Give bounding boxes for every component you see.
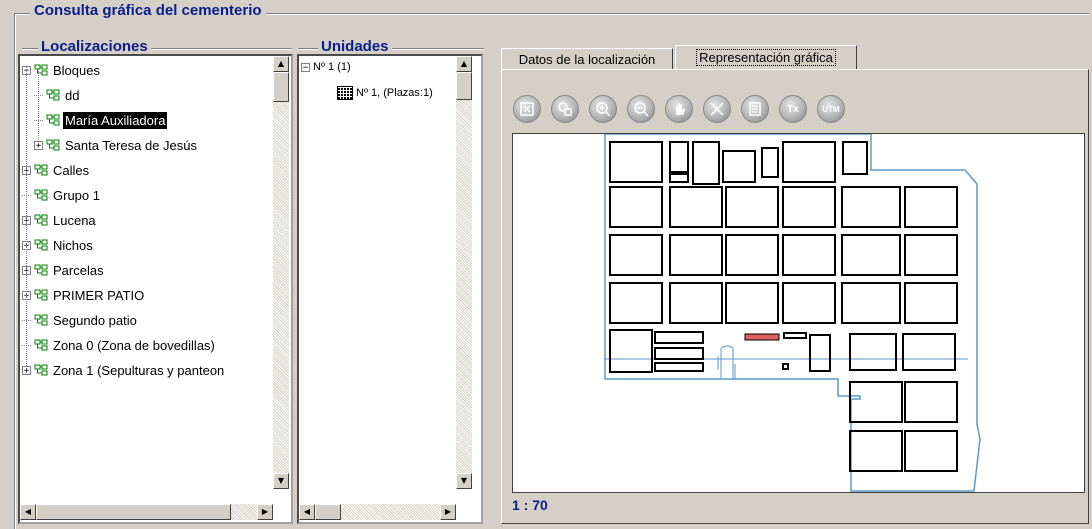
- zoom-window-icon[interactable]: [551, 95, 579, 123]
- cemetery-map: [604, 134, 981, 492]
- tree-node-icon: [34, 314, 48, 326]
- tree-item[interactable]: + Calles: [22, 159, 91, 181]
- tree-item[interactable]: + Parcelas: [22, 259, 106, 281]
- tree-item-label: Zona 1 (Sepulturas y panteon: [53, 362, 225, 378]
- hscroll-thumb[interactable]: [36, 504, 231, 520]
- tree-node-icon: [34, 214, 48, 226]
- tree-node-icon: [46, 89, 60, 101]
- map-canvas[interactable]: [512, 133, 1085, 493]
- tab-datos-localizacion[interactable]: Datos de la localización: [501, 48, 673, 70]
- localizaciones-title: Localizaciones: [38, 38, 151, 55]
- scroll-down-button[interactable]: ▼: [456, 473, 472, 489]
- tab-representacion-grafica[interactable]: Representación gráfica: [675, 45, 857, 70]
- scroll-right-button[interactable]: ▶: [440, 504, 456, 520]
- localizaciones-vscroll[interactable]: ▲ ▼: [273, 56, 289, 489]
- tree-node-icon: [34, 189, 48, 201]
- tree-item[interactable]: + Zona 1 (Sepulturas y panteon: [22, 359, 226, 381]
- scroll-right-button[interactable]: ▶: [257, 504, 273, 520]
- expand-toggle[interactable]: +: [22, 365, 31, 375]
- scroll-up-button[interactable]: ▲: [456, 56, 472, 72]
- tree-item-label: Segundo patio: [53, 312, 137, 328]
- zoom-in-icon[interactable]: [589, 95, 617, 123]
- unidades-vscroll[interactable]: ▲ ▼: [456, 56, 472, 489]
- scroll-left-button[interactable]: ◀: [299, 504, 315, 520]
- plot-bottom: [849, 381, 958, 472]
- collapse-toggle[interactable]: −: [301, 62, 310, 72]
- hscroll-thumb[interactable]: [315, 504, 341, 520]
- tree-node-icon: [34, 64, 48, 76]
- scroll-down-button[interactable]: ▼: [273, 473, 289, 489]
- tree-item-label: PRIMER PATIO: [53, 287, 145, 303]
- localizaciones-hscroll[interactable]: ◀ ▶: [20, 504, 273, 520]
- localizaciones-tree[interactable]: − Bloques dd María Auxiliadora + Santa Teresa…: [18, 54, 293, 524]
- text-icon[interactable]: Tx: [779, 95, 807, 123]
- tree-item-label: Parcelas: [53, 262, 104, 278]
- plot-row-1: [609, 141, 868, 185]
- zoom-extents-icon[interactable]: [513, 95, 541, 123]
- tree-node-icon: [34, 364, 48, 376]
- scroll-thumb[interactable]: [456, 72, 472, 100]
- tree-item[interactable]: + Nichos: [22, 234, 95, 256]
- tree-item-label: dd: [65, 87, 80, 103]
- utm-icon[interactable]: UTM: [817, 95, 845, 123]
- tree-item[interactable]: dd: [34, 84, 81, 106]
- unidades-hscroll[interactable]: ◀ ▶: [299, 504, 456, 520]
- tree-node-icon: [34, 339, 48, 351]
- selected-plot: [744, 333, 780, 341]
- window-title: Consulta gráfica del cementerio: [30, 2, 266, 19]
- plot-row-5: [609, 329, 956, 373]
- tree-item[interactable]: + Santa Teresa de Jesús: [34, 134, 199, 156]
- unidad-child-label: Nº 1, (Plazas:1): [356, 87, 433, 99]
- pan-hand-icon[interactable]: [665, 95, 693, 123]
- center-icon[interactable]: [703, 95, 731, 123]
- scroll-thumb[interactable]: [273, 72, 289, 102]
- tree-item-label: Calles: [53, 162, 90, 178]
- tree-item[interactable]: + Lucena: [22, 209, 98, 231]
- tree-guide-line: [26, 66, 27, 366]
- tree-node-icon: [46, 114, 60, 126]
- chapel-outline: [717, 345, 736, 379]
- unidad-root-label: Nº 1 (1): [313, 61, 351, 73]
- tree-node-icon: [34, 164, 48, 176]
- tree-item[interactable]: − Bloques: [22, 59, 102, 81]
- tree-node-icon: [34, 239, 48, 251]
- plot-grid: [609, 186, 958, 324]
- tree-item[interactable]: Grupo 1: [22, 184, 102, 206]
- scroll-up-button[interactable]: ▲: [273, 56, 289, 72]
- unidades-tree[interactable]: − Nº 1 (1) Nº 1, (Plazas:1) ▲ ▼ ◀ ▶: [297, 54, 483, 524]
- tree-item[interactable]: Zona 0 (Zona de bovedillas): [22, 334, 217, 356]
- tree-node-icon: [34, 264, 48, 276]
- tree-item[interactable]: Segundo patio: [22, 309, 139, 331]
- tree-node-icon: [34, 289, 48, 301]
- grid-icon: [337, 86, 353, 100]
- unidad-child[interactable]: Nº 1, (Plazas:1): [337, 82, 435, 104]
- map-scale: 1 : 70: [512, 497, 548, 513]
- list-icon[interactable]: [741, 95, 769, 123]
- unidad-root[interactable]: − Nº 1 (1): [301, 56, 353, 78]
- unidades-title: Unidades: [318, 38, 392, 55]
- tree-item-label: Zona 0 (Zona de bovedillas): [53, 337, 215, 353]
- tree-guide-line: [38, 71, 39, 144]
- tree-item-label: Grupo 1: [53, 187, 100, 203]
- zoom-out-icon[interactable]: [627, 95, 655, 123]
- tree-item[interactable]: + PRIMER PATIO: [22, 284, 146, 306]
- tree-item[interactable]: María Auxiliadora: [34, 109, 168, 131]
- tree-item-label: Santa Teresa de Jesús: [65, 137, 198, 153]
- tree-item-label: Bloques: [53, 62, 100, 78]
- tree-node-icon: [46, 139, 60, 151]
- tree-item-label: Nichos: [53, 237, 93, 253]
- tree-item-label: María Auxiliadora: [63, 111, 168, 129]
- tree-item-label: Lucena: [53, 212, 96, 228]
- scroll-left-button[interactable]: ◀: [20, 504, 36, 520]
